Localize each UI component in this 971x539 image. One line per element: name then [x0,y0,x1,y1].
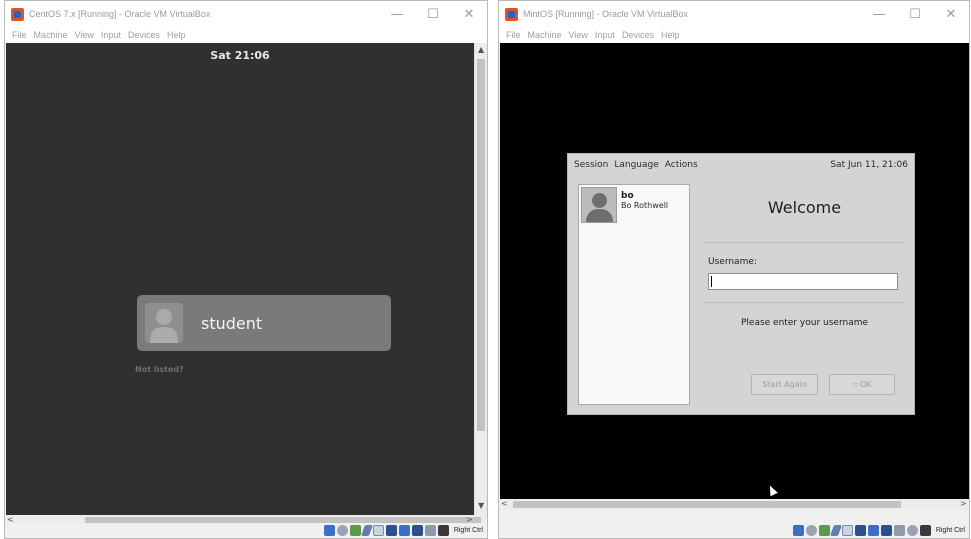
guest-clock: Sat Jun 11, 21:06 [830,160,908,170]
video-capture-icon[interactable] [411,525,423,536]
cpu-icon[interactable] [424,525,436,536]
shared-folders-icon[interactable] [385,525,397,536]
scroll-right-arrow[interactable]: > [960,499,967,508]
network-icon[interactable] [360,525,373,536]
mouse-integration-icon[interactable] [919,525,931,536]
close-button[interactable]: ✕ [933,1,969,27]
audio-icon[interactable] [349,525,361,536]
scroll-thumb[interactable] [513,501,901,508]
menu-machine[interactable]: Machine [34,30,68,40]
ok-button[interactable]: ⇦ OK [829,374,895,395]
minimize-button[interactable]: — [379,1,415,27]
user-entry-bo[interactable]: bo Bo Rothwell [581,187,687,227]
centos-vm-window: CentOS 7.x [Running] - Oracle VM Virtual… [4,0,488,539]
menu-devices[interactable]: Devices [128,30,160,40]
close-button[interactable]: ✕ [451,1,487,27]
title-bar[interactable]: CentOS 7.x [Running] - Oracle VM Virtual… [5,1,487,27]
divider [703,242,906,243]
guest-additions-icon[interactable] [906,525,918,536]
usb-icon[interactable] [372,525,384,536]
menu-view[interactable]: View [75,30,94,40]
host-key-label: Right Ctrl [935,527,965,534]
hard-disk-icon[interactable] [323,525,335,536]
menu-bar: File Machine View Input Devices Help [5,27,487,43]
host-key-label: Right Ctrl [453,527,483,534]
scroll-thumb[interactable] [477,59,485,431]
maximize-button[interactable]: ☐ [897,1,933,27]
virtualbox-icon [11,7,24,21]
menu-help[interactable]: Help [661,30,680,40]
title-bar[interactable]: MintOS [Running] - Oracle VM VirtualBox … [499,1,969,27]
divider [703,302,906,303]
menu-input[interactable]: Input [595,30,615,40]
menu-help[interactable]: Help [167,30,186,40]
display-icon[interactable] [398,525,410,536]
maximize-button[interactable]: ☐ [415,1,451,27]
menu-input[interactable]: Input [101,30,121,40]
network-icon[interactable] [829,525,842,536]
user-entry-student[interactable]: student [137,295,391,351]
scroll-left-arrow[interactable]: < [501,499,508,508]
menu-devices[interactable]: Devices [622,30,654,40]
display-icon[interactable] [867,525,879,536]
virtualbox-icon [505,7,518,21]
start-again-button[interactable]: Start Again [751,374,818,395]
window-title: MintOS [Running] - Oracle VM VirtualBox [523,9,688,19]
optical-drive-icon[interactable] [336,525,348,536]
menu-session[interactable]: Session [574,160,608,170]
login-dialog: Session Language Actions Sat Jun 11, 21:… [567,153,915,415]
vertical-scrollbar[interactable]: ▲ ▼ [474,43,487,515]
welcome-heading: Welcome [767,198,842,217]
user-name: student [201,313,263,333]
menu-file[interactable]: File [12,30,27,40]
horizontal-scrollbar[interactable]: < > [499,499,969,510]
usb-icon[interactable] [841,525,853,536]
guest-screen[interactable]: Sat 21:06 student Not listed? [6,43,474,515]
user-full-name: Bo Rothwell [621,201,669,210]
username-label: Username: [708,257,757,267]
guest-screen[interactable]: Session Language Actions Sat Jun 11, 21:… [500,43,969,499]
menu-actions[interactable]: Actions [665,160,698,170]
scroll-down-arrow[interactable]: ▼ [478,501,484,510]
video-capture-icon[interactable] [880,525,892,536]
mouse-integration-icon[interactable] [437,525,449,536]
scroll-up-arrow[interactable]: ▲ [478,45,484,54]
avatar [145,303,183,343]
not-listed-link[interactable]: Not listed? [135,365,184,374]
window-title: CentOS 7.x [Running] - Oracle VM Virtual… [29,9,211,19]
avatar [581,187,617,223]
cpu-icon[interactable] [893,525,905,536]
user-login: bo [621,191,634,201]
menu-bar: File Machine View Input Devices Help [499,27,969,43]
minimize-button[interactable]: — [861,1,897,27]
prompt-message: Please enter your username [740,318,869,328]
mintos-vm-window: MintOS [Running] - Oracle VM VirtualBox … [498,0,970,539]
user-list[interactable]: bo Bo Rothwell [578,184,690,405]
hard-disk-icon[interactable] [792,525,804,536]
guest-clock: Sat 21:06 [210,49,270,62]
mouse-cursor-icon [766,483,778,497]
text-caret [711,276,712,287]
menu-machine[interactable]: Machine [528,30,562,40]
status-bar: Right Ctrl [5,523,487,538]
username-input[interactable] [708,273,898,290]
ok-label: OK [860,380,872,389]
shared-folders-icon[interactable] [854,525,866,536]
menu-view[interactable]: View [569,30,588,40]
menu-language[interactable]: Language [614,160,658,170]
status-bar: Right Ctrl [499,523,969,538]
menu-file[interactable]: File [506,30,521,40]
audio-icon[interactable] [818,525,830,536]
optical-drive-icon[interactable] [805,525,817,536]
login-menu-bar: Session Language Actions Sat Jun 11, 21:… [568,154,914,176]
ok-icon: ⇦ [852,380,860,389]
